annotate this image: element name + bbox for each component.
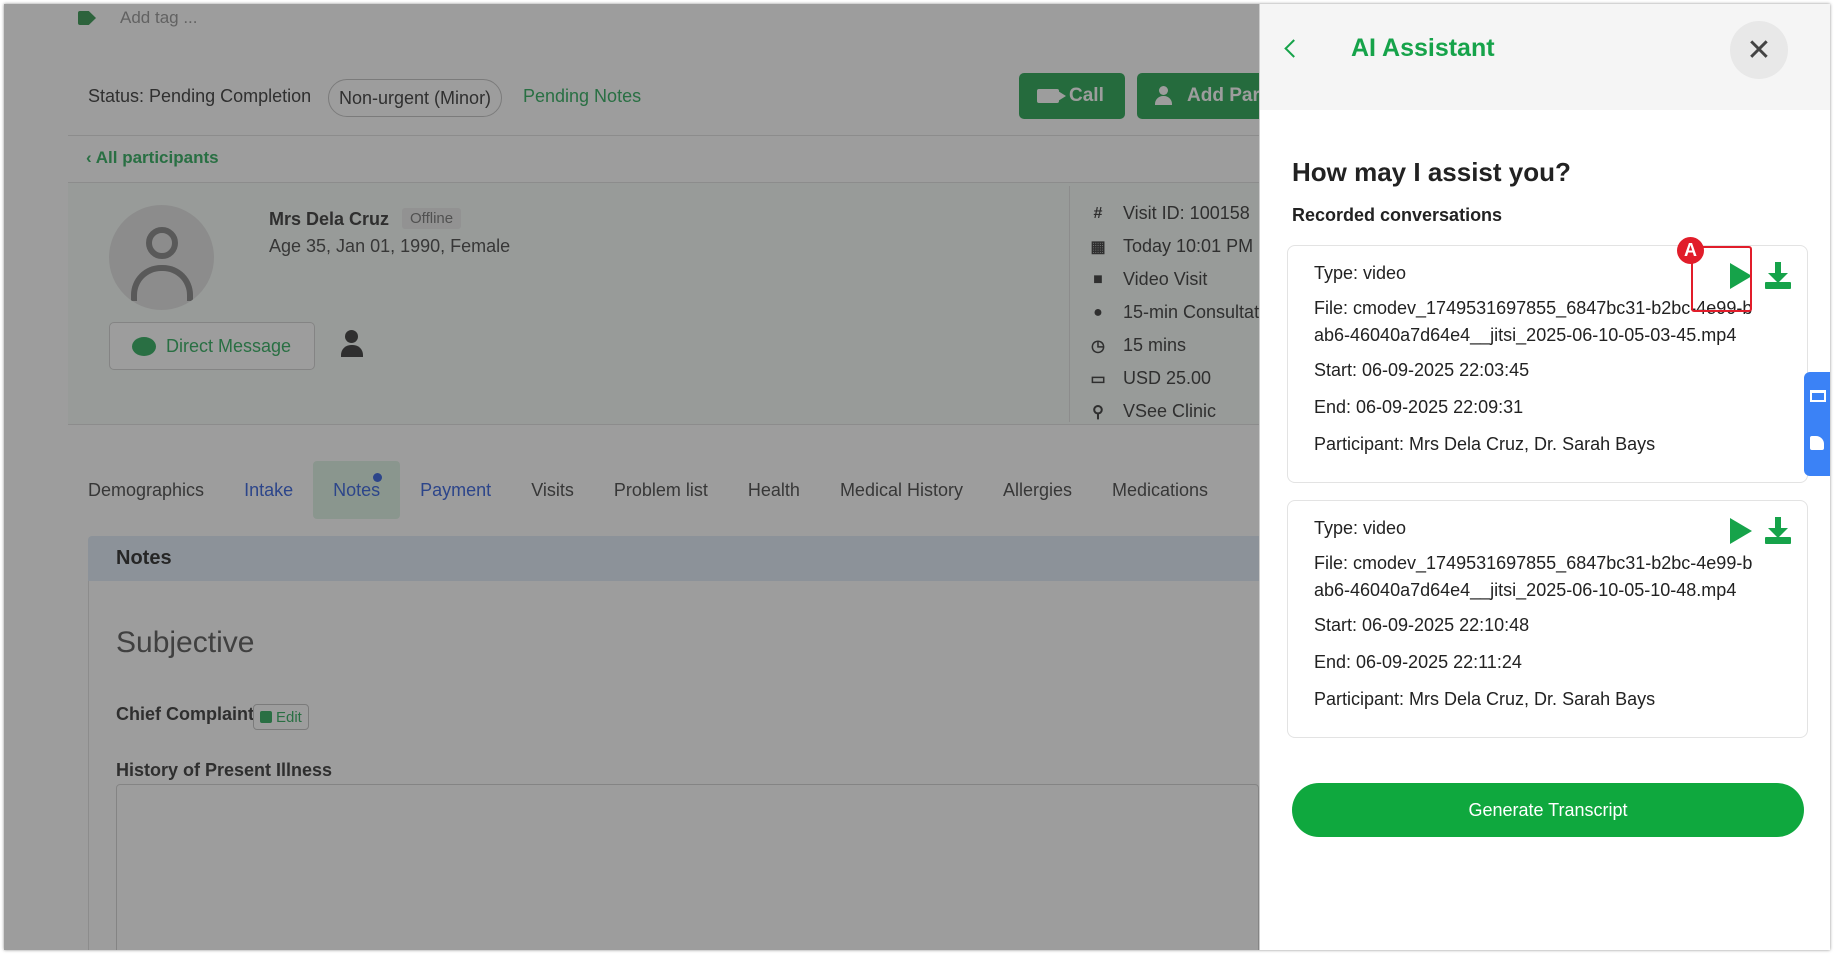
hpi-label: History of Present Illness — [116, 760, 333, 780]
patient-details: Age 35, Jan 01, 1990, Female — [269, 236, 511, 256]
visit-duration-row: ◷ 15 mins — [1089, 335, 1186, 356]
pending-notes-link[interactable]: Pending Notes — [523, 86, 641, 107]
tab-visits[interactable]: Visits — [511, 461, 594, 519]
call-button[interactable]: Call — [1019, 73, 1125, 119]
recording-start: Start: 06-09-2025 22:10:48 — [1314, 615, 1530, 635]
chief-complaint-label: Chief Complaint — [116, 704, 254, 724]
screenshot-frame: Add tag ... Status: Pending Completion N… — [4, 4, 1830, 950]
add-participant-label: Add Part — [1187, 85, 1259, 106]
recording-card: Type: video File: cmodev_1749531697855_6… — [1287, 500, 1808, 738]
patient-name: Mrs Dela Cruz — [269, 209, 390, 229]
notes-header — [88, 536, 1259, 581]
play-icon[interactable] — [1730, 518, 1752, 544]
recording-file: File: cmodev_1749531697855_6847bc31-b2bc… — [1314, 553, 1753, 600]
video-camera-icon: ■ — [1093, 270, 1103, 288]
info-icon: ● — [1093, 303, 1103, 321]
book-icon[interactable] — [1810, 390, 1826, 402]
tag-row[interactable]: Add tag ... — [78, 4, 198, 32]
close-icon: ✕ — [1746, 33, 1772, 67]
presence-badge: Offline — [402, 208, 462, 229]
status-text: Status: Pending Completion — [88, 86, 312, 106]
ai-panel-header: AI Assistant ✕ — [1260, 4, 1830, 110]
back-chevron-icon[interactable] — [1284, 39, 1303, 58]
assist-question: How may I assist you? — [1292, 157, 1571, 187]
edit-user-icon[interactable] — [341, 330, 375, 360]
annotation-marker: A — [1677, 237, 1704, 264]
ai-panel-title: AI Assistant — [1351, 34, 1495, 62]
tag-input[interactable]: Add tag ... — [120, 8, 198, 28]
patient-panel — [68, 182, 1259, 425]
map-pin-icon: ⚲ — [1092, 403, 1104, 421]
direct-message-label: Direct Message — [166, 335, 292, 356]
visit-id-row: # Visit ID: 100158 — [1089, 203, 1250, 224]
avatar — [109, 205, 214, 310]
ai-assistant-panel: AI Assistant ✕ How may I assist you? Rec… — [1259, 4, 1830, 950]
urgency-pill[interactable]: Non-urgent (Minor) — [328, 79, 503, 117]
recording-participants: Participant: Mrs Dela Cruz, Dr. Sarah Ba… — [1314, 434, 1656, 454]
recording-end: End: 06-09-2025 22:11:24 — [1314, 652, 1522, 672]
tag-icon — [78, 11, 96, 25]
recorded-conversations-label: Recorded conversations — [1292, 205, 1503, 225]
credit-card-icon: ▭ — [1090, 370, 1106, 388]
direct-message-button[interactable]: Direct Message — [109, 322, 315, 370]
visit-consult-row: ● 15-min Consultat — [1089, 302, 1259, 323]
download-icon[interactable] — [1765, 517, 1791, 545]
notes-title: Notes — [116, 547, 172, 569]
tab-payment[interactable]: Payment — [400, 461, 511, 519]
close-button[interactable]: ✕ — [1730, 21, 1788, 79]
subjective-heading: Subjective — [116, 626, 255, 659]
edit-icon — [260, 711, 272, 723]
divider — [1069, 186, 1070, 422]
generate-transcript-button[interactable]: Generate Transcript — [1292, 783, 1804, 837]
tab-medications[interactable]: Medications — [1092, 461, 1228, 519]
recording-participants: Participant: Mrs Dela Cruz, Dr. Sarah Ba… — [1314, 689, 1656, 709]
call-label: Call — [1069, 85, 1104, 106]
visit-price-row: ▭ USD 25.00 — [1090, 368, 1212, 388]
recording-end: End: 06-09-2025 22:09:31 — [1314, 397, 1524, 417]
edit-chief-complaint-button[interactable]: Edit — [253, 704, 309, 730]
hash-icon: # — [1093, 204, 1103, 222]
recording-type: Type: video — [1314, 518, 1407, 538]
status-bar: Status: Pending Completion Non-urgent (M… — [68, 56, 1259, 136]
side-tab-strip — [1804, 372, 1830, 476]
clock-icon: ◷ — [1091, 337, 1105, 355]
notification-dot — [373, 473, 383, 482]
visit-page: Add tag ... Status: Pending Completion N… — [4, 4, 1259, 950]
tab-demographics[interactable]: Demographics — [68, 461, 224, 519]
user-icon — [146, 227, 178, 259]
tab-bar: Demographics Intake Notes Payment Visits… — [68, 460, 1228, 520]
add-person-icon — [1155, 86, 1177, 106]
download-icon[interactable] — [1765, 262, 1791, 290]
recording-file: File: cmodev_1749531697855_6847bc31-b2bc… — [1314, 298, 1753, 345]
tab-notes[interactable]: Notes — [313, 461, 401, 519]
thumbs-up-icon[interactable] — [1810, 436, 1824, 450]
tab-intake[interactable]: Intake — [224, 461, 313, 519]
tab-allergies[interactable]: Allergies — [983, 461, 1092, 519]
tab-medical-history[interactable]: Medical History — [820, 461, 983, 519]
visit-time-row: ▦ Today 10:01 PM — [1090, 236, 1254, 256]
chat-bubble-icon — [132, 336, 156, 356]
visit-location-row: ⚲ VSee Clinic — [1089, 401, 1216, 422]
tab-health[interactable]: Health — [728, 461, 820, 519]
video-camera-icon — [1037, 89, 1066, 103]
hpi-textarea[interactable] — [116, 784, 1259, 950]
calendar-icon: ▦ — [1090, 238, 1106, 256]
add-participant-button[interactable]: Add Part — [1137, 73, 1259, 119]
visit-type-row: ■ Video Visit — [1089, 269, 1207, 290]
all-participants-link[interactable]: ‹ All participants — [86, 148, 219, 168]
recording-start: Start: 06-09-2025 22:03:45 — [1314, 360, 1530, 380]
recording-type: Type: video — [1314, 263, 1407, 283]
tab-problem-list[interactable]: Problem list — [594, 461, 728, 519]
